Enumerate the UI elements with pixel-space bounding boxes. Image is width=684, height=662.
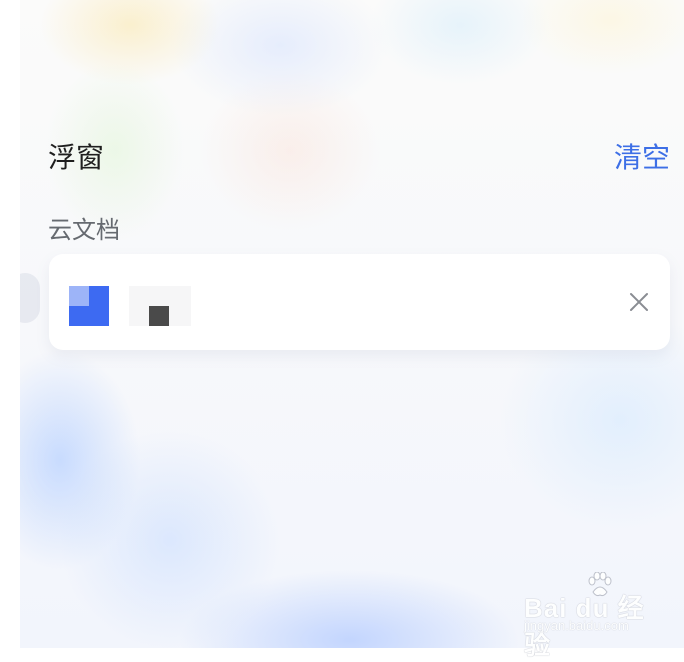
baidu-jingyan-watermark: Bai du 经验 jingyan.baidu.com	[522, 571, 652, 660]
clear-button[interactable]: 清空	[614, 138, 670, 178]
section-label-cloud-docs: 云文档	[48, 216, 120, 244]
floating-window-edge-handle[interactable]	[20, 273, 40, 323]
floating-window-screen: 浮窗 清空 云文档	[20, 0, 684, 648]
floating-window-header: 浮窗 清空	[48, 138, 670, 178]
document-thumbnail	[129, 286, 191, 326]
cloud-doc-icon	[69, 286, 109, 326]
watermark-url: jingyan.baidu.com	[524, 618, 629, 633]
close-icon[interactable]	[628, 291, 650, 313]
panel-title: 浮窗	[48, 141, 105, 174]
floating-item-card[interactable]	[49, 254, 670, 350]
thumbnail-mark	[149, 306, 169, 326]
